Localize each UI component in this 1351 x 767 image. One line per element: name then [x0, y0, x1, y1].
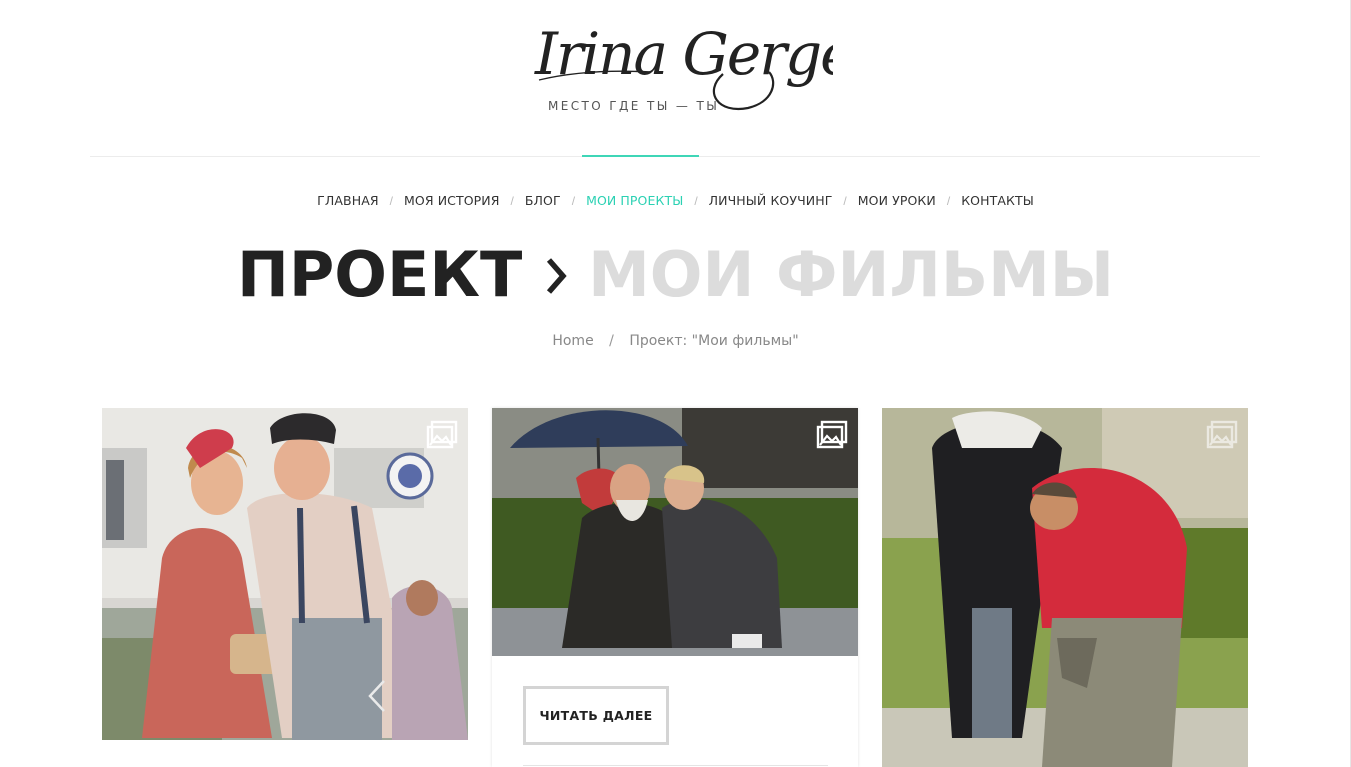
svg-text:Irina Gergel: Irina Gergel: [534, 20, 833, 88]
nav-item-my-lessons[interactable]: МОИ УРОКИ: [858, 193, 936, 208]
card-divider: [523, 765, 828, 766]
nav-item-blog[interactable]: БЛОГ: [525, 193, 561, 208]
main-nav: ГЛАВНАЯ / МОЯ ИСТОРИЯ / БЛОГ / МОИ ПРОЕК…: [0, 193, 1351, 208]
site-header: Irina Gergel МЕСТО ГДЕ ТЫ — ТЫ: [0, 0, 1351, 130]
nav-separator: /: [571, 193, 576, 208]
chevron-right-icon: [547, 258, 567, 294]
chevron-left-icon[interactable]: [366, 678, 388, 714]
header-divider-accent: [582, 155, 699, 157]
project-photo[interactable]: [102, 408, 468, 740]
nav-separator: /: [843, 193, 847, 208]
nav-item-my-projects[interactable]: МОИ ПРОЕКТЫ: [586, 193, 683, 208]
project-card[interactable]: ЧИТАТЬ ДАЛЕЕ: [492, 408, 858, 767]
breadcrumb: Home / Проект: "Мои фильмы": [0, 333, 1351, 349]
nav-item-home[interactable]: ГЛАВНАЯ: [317, 193, 379, 208]
breadcrumb-separator: /: [609, 333, 614, 349]
nav-separator: /: [389, 193, 394, 208]
logo-script-graphic: Irina Gergel: [534, 20, 871, 111]
project-card[interactable]: [102, 408, 468, 767]
project-photo[interactable]: [882, 408, 1248, 767]
nav-separator: /: [946, 193, 951, 208]
nav-separator: /: [510, 193, 514, 208]
breadcrumb-current: Проект: "Мои фильмы": [629, 333, 799, 349]
project-photo[interactable]: [492, 408, 858, 656]
photo-nun-scene: [882, 408, 1248, 767]
photo-couple-costumes: [102, 408, 468, 740]
breadcrumb-home-link[interactable]: Home: [552, 333, 593, 349]
site-tagline: МЕСТО ГДЕ ТЫ — ТЫ: [548, 99, 720, 113]
read-more-button[interactable]: ЧИТАТЬ ДАЛЕЕ: [523, 686, 669, 745]
gallery-icon: [426, 420, 458, 449]
site-logo[interactable]: Irina Gergel: [533, 12, 871, 112]
page-title-prefix: ПРОЕКТ: [236, 238, 523, 311]
page-title: ПРОЕКТ МОИ ФИЛЬМЫ: [0, 238, 1351, 311]
nav-item-my-story[interactable]: МОЯ ИСТОРИЯ: [404, 193, 500, 208]
nav-item-contacts[interactable]: КОНТАКТЫ: [961, 193, 1034, 208]
nav-separator: /: [694, 193, 698, 208]
nav-item-coaching[interactable]: ЛИЧНЫЙ КОУЧИНГ: [709, 193, 833, 208]
photo-fountain-umbrella: [492, 408, 858, 656]
page-title-suffix: МОИ ФИЛЬМЫ: [588, 238, 1115, 311]
project-card[interactable]: [882, 408, 1248, 767]
gallery-icon: [1206, 420, 1238, 449]
gallery-icon: [816, 420, 848, 449]
